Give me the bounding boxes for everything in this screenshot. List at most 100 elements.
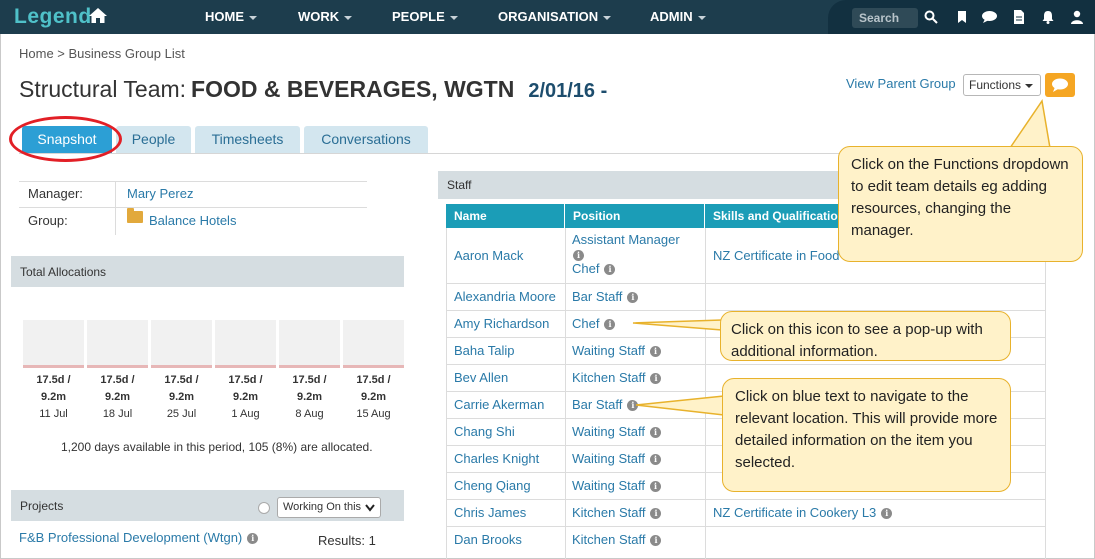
- nav-home[interactable]: HOME: [205, 9, 257, 24]
- functions-dropdown[interactable]: Functions: [963, 74, 1041, 96]
- row-divider: [446, 283, 1046, 284]
- divider: [705, 228, 706, 559]
- position-link[interactable]: Bar Staff i: [572, 397, 639, 412]
- staff-name-link[interactable]: Dan Brooks: [454, 532, 522, 547]
- manager-label: Manager:: [28, 186, 83, 201]
- staff-name-link[interactable]: Aaron Mack: [454, 248, 523, 263]
- divider: [115, 181, 116, 235]
- staff-name-link[interactable]: Chris James: [454, 505, 526, 520]
- breadcrumb[interactable]: Home > Business Group List: [19, 46, 185, 61]
- staff-name-link[interactable]: Baha Talip: [454, 343, 514, 358]
- document-icon[interactable]: [1012, 10, 1026, 24]
- info-icon[interactable]: i: [649, 427, 661, 438]
- staff-name-link[interactable]: Amy Richardson: [454, 316, 549, 331]
- info-icon[interactable]: i: [881, 508, 893, 519]
- allocation-week: 17.5d /9.2m 25 Jul: [151, 320, 212, 423]
- team-name: FOOD & BEVERAGES, WGTN: [191, 76, 515, 102]
- title-prefix: Structural Team:: [19, 76, 187, 102]
- info-icon[interactable]: i: [604, 319, 616, 330]
- info-icon[interactable]: i: [627, 400, 639, 411]
- info-icon[interactable]: i: [649, 454, 661, 465]
- nav-admin[interactable]: ADMIN: [650, 9, 706, 24]
- staff-name-link[interactable]: Chang Shi: [454, 424, 515, 439]
- divider: [565, 228, 566, 559]
- app-logo[interactable]: Legend: [14, 5, 92, 29]
- position-link[interactable]: Waiting Staff i: [572, 478, 661, 493]
- tab-conversations[interactable]: Conversations: [304, 126, 428, 154]
- search-input[interactable]: Search: [852, 8, 918, 28]
- allocation-label: 17.5d /9.2m 1 Aug: [228, 374, 263, 420]
- chevron-down-icon: [603, 15, 612, 20]
- group-label: Group:: [28, 213, 68, 228]
- staff-name-link[interactable]: Charles Knight: [454, 451, 539, 466]
- staff-name-link[interactable]: Alexandria Moore: [454, 289, 556, 304]
- position-link[interactable]: Assistant Manager: [572, 232, 680, 247]
- page-title: Structural Team: FOOD & BEVERAGES, WGTN 2/…: [19, 76, 607, 103]
- staff-name-link[interactable]: Bev Allen: [454, 370, 508, 385]
- info-icon[interactable]: i: [247, 533, 259, 544]
- tab-people[interactable]: People: [116, 126, 191, 154]
- nav-work[interactable]: WORK: [298, 9, 353, 24]
- home-icon[interactable]: [88, 6, 108, 26]
- position-link[interactable]: Waiting Staff i: [572, 424, 661, 439]
- info-icon-callout: Click on this icon to see a pop-up with …: [720, 311, 1011, 361]
- allocation-bar: [215, 320, 276, 368]
- position-link[interactable]: Kitchen Staff i: [572, 532, 662, 547]
- conversation-button[interactable]: [1045, 73, 1075, 97]
- speech-bubble-icon: [1052, 78, 1068, 92]
- position-link[interactable]: Bar Staff i: [572, 289, 639, 304]
- position-link[interactable]: Chef i: [572, 261, 616, 276]
- row-divider: [446, 526, 1046, 527]
- functions-callout: Click on the Functions dropdown to edit …: [838, 146, 1083, 262]
- project-link[interactable]: F&B Professional Development (Wtgn) i: [19, 530, 259, 545]
- user-icon[interactable]: [1070, 10, 1084, 24]
- allocation-label: 17.5d /9.2m 8 Aug: [292, 374, 327, 420]
- allocation-week: 17.5d /9.2m 18 Jul: [87, 320, 148, 423]
- search-icon[interactable]: [924, 10, 938, 24]
- divider: [19, 207, 367, 208]
- bookmark-icon[interactable]: [955, 10, 969, 24]
- info-icon[interactable]: i: [573, 250, 584, 261]
- blue-text-callout: Click on blue text to navigate to the re…: [722, 378, 1011, 492]
- column-header-skills[interactable]: Skills and Qualifications: [705, 204, 845, 228]
- nav-people[interactable]: PEOPLE: [392, 9, 458, 24]
- info-icon[interactable]: i: [649, 481, 661, 492]
- staff-name-link[interactable]: Cheng Qiang: [454, 478, 531, 493]
- info-icon[interactable]: i: [650, 373, 662, 384]
- info-icon[interactable]: i: [649, 346, 661, 357]
- group-link[interactable]: Balance Hotels: [149, 213, 236, 228]
- allocation-label: 17.5d /9.2m 18 Jul: [100, 374, 135, 420]
- staff-name-link[interactable]: Carrie Akerman: [454, 397, 544, 412]
- chevron-down-icon: [449, 15, 458, 20]
- tab-timesheets[interactable]: Timesheets: [195, 126, 300, 154]
- allocation-bar: [343, 320, 404, 368]
- column-header-name[interactable]: Name: [446, 204, 564, 228]
- info-icon[interactable]: i: [650, 535, 662, 546]
- skill-link[interactable]: NZ Certificate in Food: [713, 248, 839, 263]
- filter-radio[interactable]: [258, 502, 270, 514]
- position-link[interactable]: Kitchen Staff i: [572, 370, 662, 385]
- folder-icon: [127, 208, 143, 223]
- chat-icon[interactable]: [981, 10, 998, 24]
- allocation-label: 17.5d /9.2m 11 Jul: [36, 374, 71, 420]
- position-link[interactable]: Waiting Staff i: [572, 451, 661, 466]
- divider: [19, 181, 367, 182]
- view-parent-group-link[interactable]: View Parent Group: [846, 76, 956, 91]
- info-icon[interactable]: i: [604, 264, 616, 275]
- nav-organisation[interactable]: ORGANISATION: [498, 9, 612, 24]
- allocation-label: 17.5d /9.2m 25 Jul: [164, 374, 199, 420]
- bell-icon[interactable]: [1041, 10, 1055, 24]
- info-icon[interactable]: i: [650, 508, 662, 519]
- column-header-position[interactable]: Position: [565, 204, 704, 228]
- project-filter-select[interactable]: Working On this: [277, 497, 381, 518]
- position-link[interactable]: Waiting Staff i: [572, 343, 661, 358]
- allocation-summary: 1,200 days available in this period, 105…: [61, 440, 373, 454]
- position-link[interactable]: Chef i: [572, 316, 616, 331]
- info-icon[interactable]: i: [627, 292, 639, 303]
- position-link[interactable]: Kitchen Staff i: [572, 505, 662, 520]
- manager-link[interactable]: Mary Perez: [127, 186, 193, 201]
- allocation-bar: [23, 320, 84, 368]
- allocation-bar: [279, 320, 340, 368]
- skill-link[interactable]: NZ Certificate in Cookery L3 i: [713, 505, 893, 520]
- allocation-week: 17.5d /9.2m 1 Aug: [215, 320, 276, 423]
